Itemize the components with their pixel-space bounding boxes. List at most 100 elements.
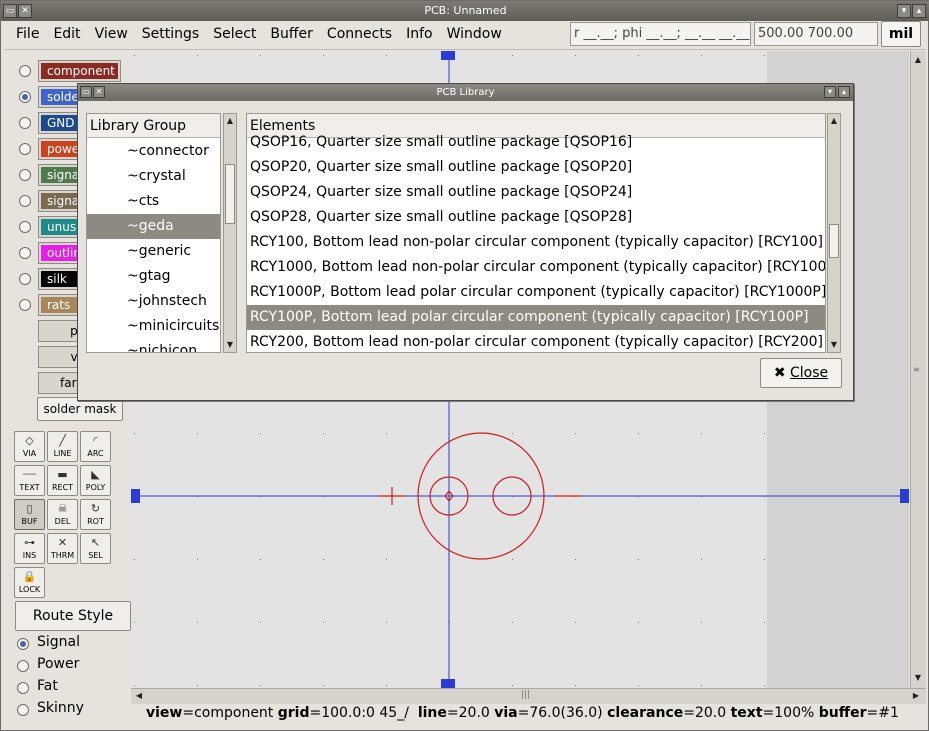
menu-settings[interactable]: Settings (135, 22, 206, 46)
elements-scrollbar[interactable]: ▲ ▼ (827, 113, 841, 353)
unit-toggle-button[interactable]: mil (881, 21, 921, 47)
layer-select-radio[interactable] (19, 299, 31, 311)
tool-via-button[interactable]: ◇ VIA (14, 431, 45, 462)
dialog-menu-icon[interactable]: ▭ (80, 86, 92, 98)
library-element-item[interactable]: RCY1000, Bottom lead non-polar circular … (247, 255, 825, 280)
route-style-radio[interactable] (17, 638, 29, 650)
tool-lock-button[interactable]: 🔒 LOCK (14, 567, 45, 598)
rect-icon: ▬ (57, 468, 68, 481)
library-group-item[interactable]: ~cts (87, 189, 220, 214)
tool-ins-button[interactable]: ⊶ INS (14, 533, 45, 564)
status-view-key: view (146, 705, 183, 721)
group-scroll-up-icon[interactable]: ▲ (224, 114, 236, 128)
grid-dot (386, 622, 387, 623)
library-element-item[interactable]: RCY1000P, Bottom lead polar circular com… (247, 280, 825, 305)
tool-del-button[interactable]: ☠ DEL (47, 499, 78, 530)
menu-edit[interactable]: Edit (46, 22, 87, 46)
tool-rot-button[interactable]: ↻ ROT (80, 499, 111, 530)
canvas-vertical-scrollbar[interactable]: ▲ ≡ ▼ (910, 51, 926, 688)
menu-select[interactable]: Select (206, 22, 263, 46)
group-scroll-thumb[interactable] (225, 164, 235, 224)
layer-select-radio[interactable] (19, 273, 31, 285)
elements-scroll-up-icon[interactable]: ▲ (828, 114, 840, 128)
library-element-item[interactable]: RCY100P, Bottom lead polar circular comp… (247, 305, 825, 330)
library-group-item[interactable]: ~generic (87, 239, 220, 264)
window-menu-icon[interactable]: ▭ (3, 4, 17, 18)
menu-view[interactable]: View (88, 22, 135, 46)
elements-list[interactable]: Elements QSOP16, Quarter size small outl… (246, 113, 826, 353)
tool-label: DEL (54, 517, 71, 526)
scroll-grip-icon: ≡ (913, 365, 920, 374)
tool-poly-button[interactable]: ◣ POLY (80, 465, 111, 496)
scroll-down-icon[interactable]: ▼ (912, 671, 924, 685)
grid-dot (512, 622, 513, 623)
layer-select-radio[interactable] (19, 169, 31, 181)
grid-dot (638, 55, 639, 56)
tool-label: RECT (51, 483, 74, 492)
scroll-left-icon[interactable]: ◀ (133, 689, 145, 703)
layer-select-radio[interactable] (19, 65, 31, 77)
scroll-up-icon[interactable]: ▲ (912, 53, 924, 67)
library-element-item[interactable]: RCY100, Bottom lead non-polar circular c… (247, 230, 825, 255)
dialog-minimize-icon[interactable]: ▾ (824, 86, 836, 98)
menubar: File Edit View Settings Select Buffer Connects… (9, 22, 509, 46)
library-group-header[interactable]: Library Group (87, 114, 220, 138)
window-close-icon[interactable]: ✕ (18, 4, 32, 18)
status-text-key: text (730, 705, 763, 721)
tool-thrm-button[interactable]: ✕ THRM (47, 533, 78, 564)
library-group-item[interactable]: ~nichicon (87, 339, 220, 352)
tool-label: ROT (87, 517, 104, 526)
scroll-right-icon[interactable]: ▶ (910, 689, 922, 703)
tool-buf-button[interactable]: ▯ BUF (14, 499, 45, 530)
menu-window[interactable]: Window (440, 22, 509, 46)
library-group-item[interactable]: ~geda (87, 214, 220, 239)
library-group-list[interactable]: Library Group ~connector ~crystal ~cts ~ged… (86, 113, 221, 353)
library-element-item[interactable]: QSOP20, Quarter size small outline packa… (247, 155, 825, 180)
close-button[interactable]: ✖ Close (760, 358, 842, 388)
menu-file[interactable]: File (9, 22, 46, 46)
tool-sel-button[interactable]: ↖ SEL (80, 533, 111, 564)
group-scroll-down-icon[interactable]: ▼ (224, 338, 236, 352)
library-group-item[interactable]: ~crystal (87, 164, 220, 189)
status-buffer-key: buffer (818, 705, 867, 721)
group-scrollbar[interactable]: ▲ ▼ (223, 113, 237, 353)
library-element-item[interactable]: QSOP28, Quarter size small outline packa… (247, 205, 825, 230)
library-group-item[interactable]: ~connector (87, 139, 220, 164)
library-group-item[interactable]: ~gtag (87, 264, 220, 289)
dialog-close-icon[interactable]: ✕ (93, 86, 105, 98)
window-minimize-icon[interactable]: ▾ (897, 4, 911, 18)
route-style-radio[interactable] (17, 660, 29, 672)
canvas-horizontal-scrollbar[interactable]: ◀ ||| ▶ (131, 688, 926, 704)
layer-select-radio[interactable] (19, 91, 31, 103)
insert-icon: ⊶ (24, 536, 35, 549)
menu-connects[interactable]: Connects (320, 22, 399, 46)
route-style-radio[interactable] (17, 704, 29, 716)
tool-text-button[interactable]: ┈┈ TEXT (14, 465, 45, 496)
status-clearance: 20.0 (694, 705, 727, 721)
tool-rect-button[interactable]: ▬ RECT (47, 465, 78, 496)
tool-arc-button[interactable]: ◜ ARC (80, 431, 111, 462)
dialog-maximize-icon[interactable]: ▴ (838, 86, 850, 98)
layer-select-radio[interactable] (19, 247, 31, 259)
layer-select-radio[interactable] (19, 117, 31, 129)
library-element-item[interactable]: QSOP16, Quarter size small outline packa… (247, 130, 825, 155)
tool-line-button[interactable]: ╱ LINE (47, 431, 78, 462)
elements-scroll-down-icon[interactable]: ▼ (828, 338, 840, 352)
layer-select-radio[interactable] (19, 221, 31, 233)
route-style-button[interactable]: Route Style (15, 601, 131, 631)
library-element-item[interactable]: QSOP24, Quarter size small outline packa… (247, 180, 825, 205)
menu-info[interactable]: Info (399, 22, 440, 46)
layer-select-radio[interactable] (19, 195, 31, 207)
elements-scroll-thumb[interactable] (829, 224, 839, 258)
library-group-item[interactable]: ~minicircuits (87, 314, 220, 339)
library-group-item[interactable]: ~johnstech (87, 289, 220, 314)
layer-select-radio[interactable] (19, 143, 31, 155)
library-element-item[interactable]: RCY200, Bottom lead non-polar circular c… (247, 330, 825, 352)
grid-dot (260, 622, 261, 623)
grid-dot (701, 433, 702, 434)
menu-buffer[interactable]: Buffer (263, 22, 320, 46)
grid-dot (764, 685, 765, 686)
layer-toggle-button[interactable]: component (38, 60, 121, 82)
route-style-radio[interactable] (17, 682, 29, 694)
window-maximize-icon[interactable]: ▴ (912, 4, 926, 18)
